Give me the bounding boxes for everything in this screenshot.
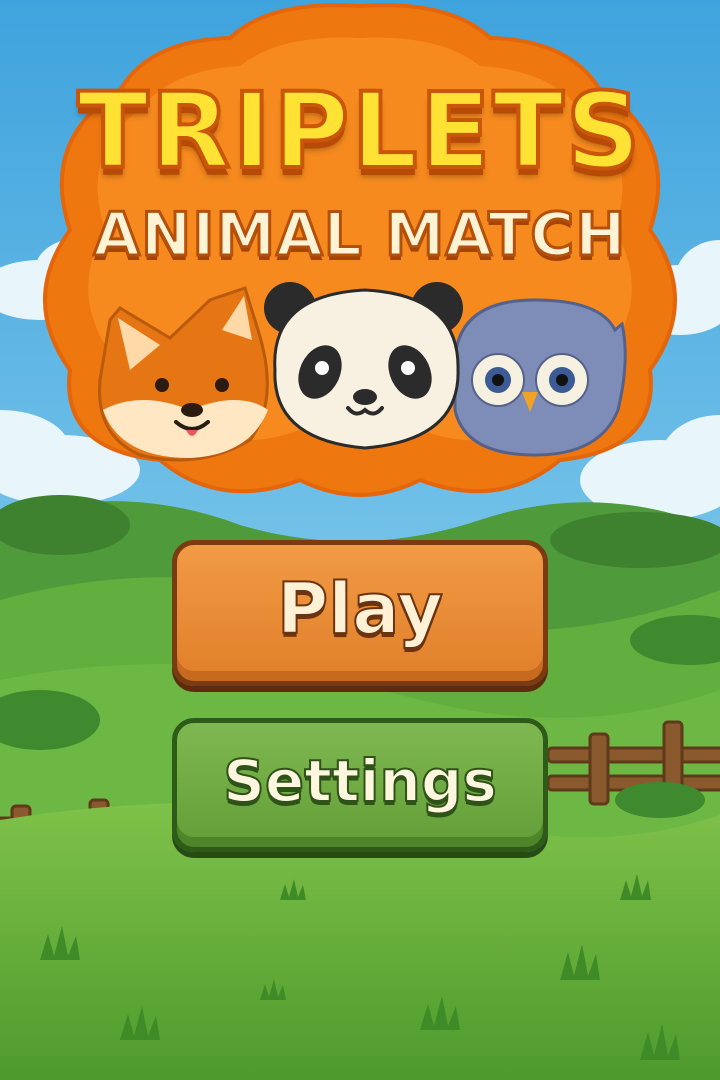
play-button-label: Play [276,567,444,651]
settings-button-label: Settings [222,746,498,816]
owl-icon [453,298,627,457]
game-title: TRIPLETS [75,68,643,194]
panda-icon [264,282,463,450]
game-subtitle: ANIMAL MATCH [92,199,627,272]
play-button[interactable]: Play [172,540,548,686]
settings-button[interactable]: Settings [172,718,548,852]
